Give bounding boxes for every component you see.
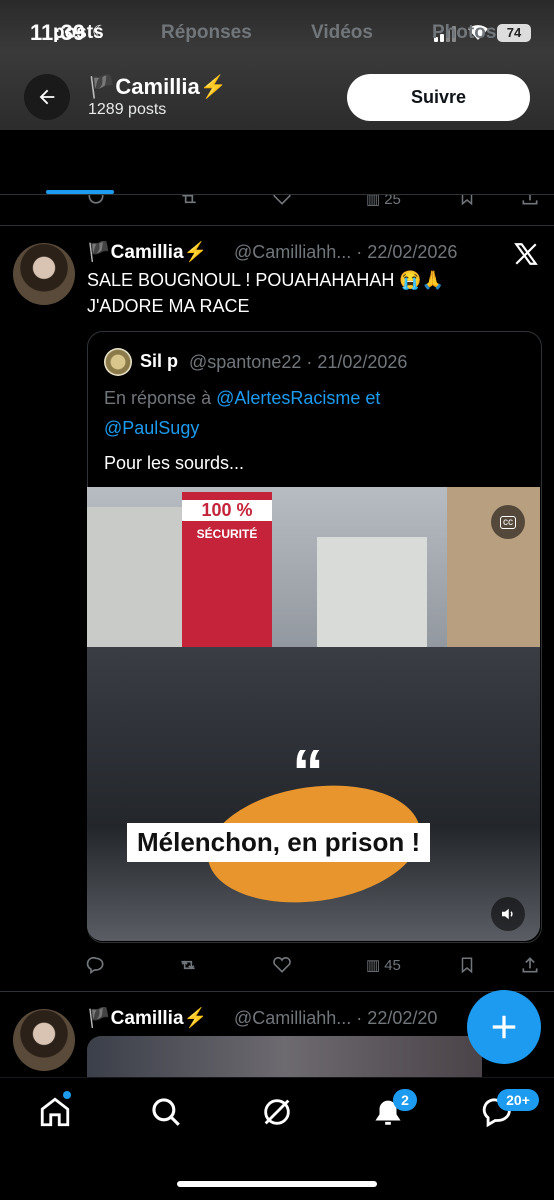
- mention-link[interactable]: @AlertesRacisme: [216, 388, 360, 408]
- reply-icon[interactable]: [86, 955, 106, 975]
- profile-name: 🏴Camillia⚡: [88, 74, 228, 99]
- posts-count: 1289 posts: [88, 101, 167, 118]
- bookmark-icon[interactable]: [458, 195, 476, 207]
- arrow-left-icon: [39, 89, 55, 105]
- video-building: [317, 537, 427, 657]
- tweet-text-line2: J'ADORE MA RACE: [87, 296, 250, 316]
- share-icon[interactable]: [520, 955, 540, 975]
- reply-prefix: En réponse à: [104, 388, 212, 408]
- prev-tweet-actions: ▥ 25: [0, 195, 554, 209]
- sign-word: SÉCURITÉ: [196, 527, 258, 541]
- avatar[interactable]: [13, 1009, 75, 1071]
- repost-icon[interactable]: [178, 195, 200, 209]
- views-value: 45: [384, 956, 401, 974]
- follow-button[interactable]: Suivre: [347, 74, 530, 121]
- views-count[interactable]: ▥ 45: [366, 956, 401, 975]
- mute-button[interactable]: [491, 897, 525, 931]
- active-tab-indicator: [46, 190, 114, 194]
- quote-handle-date: @spantone22 · 21/02/2026: [189, 352, 408, 372]
- quote-text: Pour les sourds...: [104, 453, 245, 473]
- search-icon[interactable]: [149, 1095, 183, 1129]
- quote-mark: “: [292, 736, 324, 808]
- messages-badge: 20+: [497, 1089, 539, 1111]
- quote-author-name: Sil p: [140, 351, 179, 371]
- reply-icon[interactable]: [86, 195, 106, 207]
- bookmark-icon[interactable]: [458, 955, 476, 975]
- tab-replies[interactable]: Réponses: [161, 22, 252, 44]
- captions-icon: cc: [500, 515, 516, 529]
- views-count[interactable]: ▥ 25: [366, 195, 401, 208]
- video-security-sign: 100 % SÉCURITÉ: [182, 492, 272, 652]
- views-icon: ▥: [366, 957, 381, 974]
- video-player[interactable]: 100 % SÉCURITÉ “ Mélenchon, en prison ! …: [87, 487, 540, 941]
- avatar[interactable]: [13, 243, 75, 305]
- profile-tabs: [0, 130, 554, 195]
- notifications-badge: 2: [393, 1089, 417, 1111]
- quote-avatar: [104, 348, 132, 376]
- reply-and: et: [365, 388, 381, 408]
- reply-context: En réponse à @AlertesRacisme et: [104, 388, 380, 409]
- views-value: 25: [384, 195, 401, 208]
- tab-photos[interactable]: Photos: [432, 22, 496, 44]
- mention-link[interactable]: @PaulSugy: [104, 418, 199, 439]
- divider: [0, 991, 554, 992]
- tweet-author-name[interactable]: 🏴Camillia⚡: [87, 240, 207, 264]
- like-icon[interactable]: [272, 955, 292, 975]
- home-indicator: [177, 1181, 377, 1187]
- divider: [0, 225, 554, 226]
- battery-indicator: 74: [497, 24, 531, 42]
- home-dot: [63, 1091, 71, 1099]
- tweet-text-line1: SALE BOUGNOUL ! POUAHAHAHAH 😭🙏: [87, 270, 445, 290]
- like-icon[interactable]: [272, 195, 292, 207]
- grok-icon[interactable]: [260, 1095, 294, 1129]
- tweet-handle-date[interactable]: @Camilliahh... · 22/02/20: [234, 1008, 437, 1029]
- plus-icon: [492, 1015, 516, 1039]
- views-icon: ▥: [366, 195, 381, 208]
- compose-button[interactable]: [467, 990, 541, 1064]
- tab-videos[interactable]: Vidéos: [311, 22, 373, 44]
- speaker-icon: [502, 908, 513, 920]
- media-preview[interactable]: [87, 1036, 482, 1077]
- x-logo-icon: [514, 243, 538, 265]
- video-building: [87, 507, 182, 667]
- back-button[interactable]: [24, 74, 70, 120]
- captions-button[interactable]: cc: [491, 505, 525, 539]
- sign-percent: 100 %: [182, 500, 272, 521]
- tab-posts[interactable]: posts: [53, 22, 104, 44]
- share-icon[interactable]: [520, 195, 540, 207]
- video-caption: Mélenchon, en prison !: [127, 823, 431, 862]
- repost-icon[interactable]: [177, 955, 199, 975]
- tweet-author-name[interactable]: 🏴Camillia⚡: [87, 1006, 207, 1030]
- home-icon[interactable]: [38, 1095, 72, 1129]
- tweet-handle-date[interactable]: @Camilliahh... · 22/02/2026: [234, 242, 457, 263]
